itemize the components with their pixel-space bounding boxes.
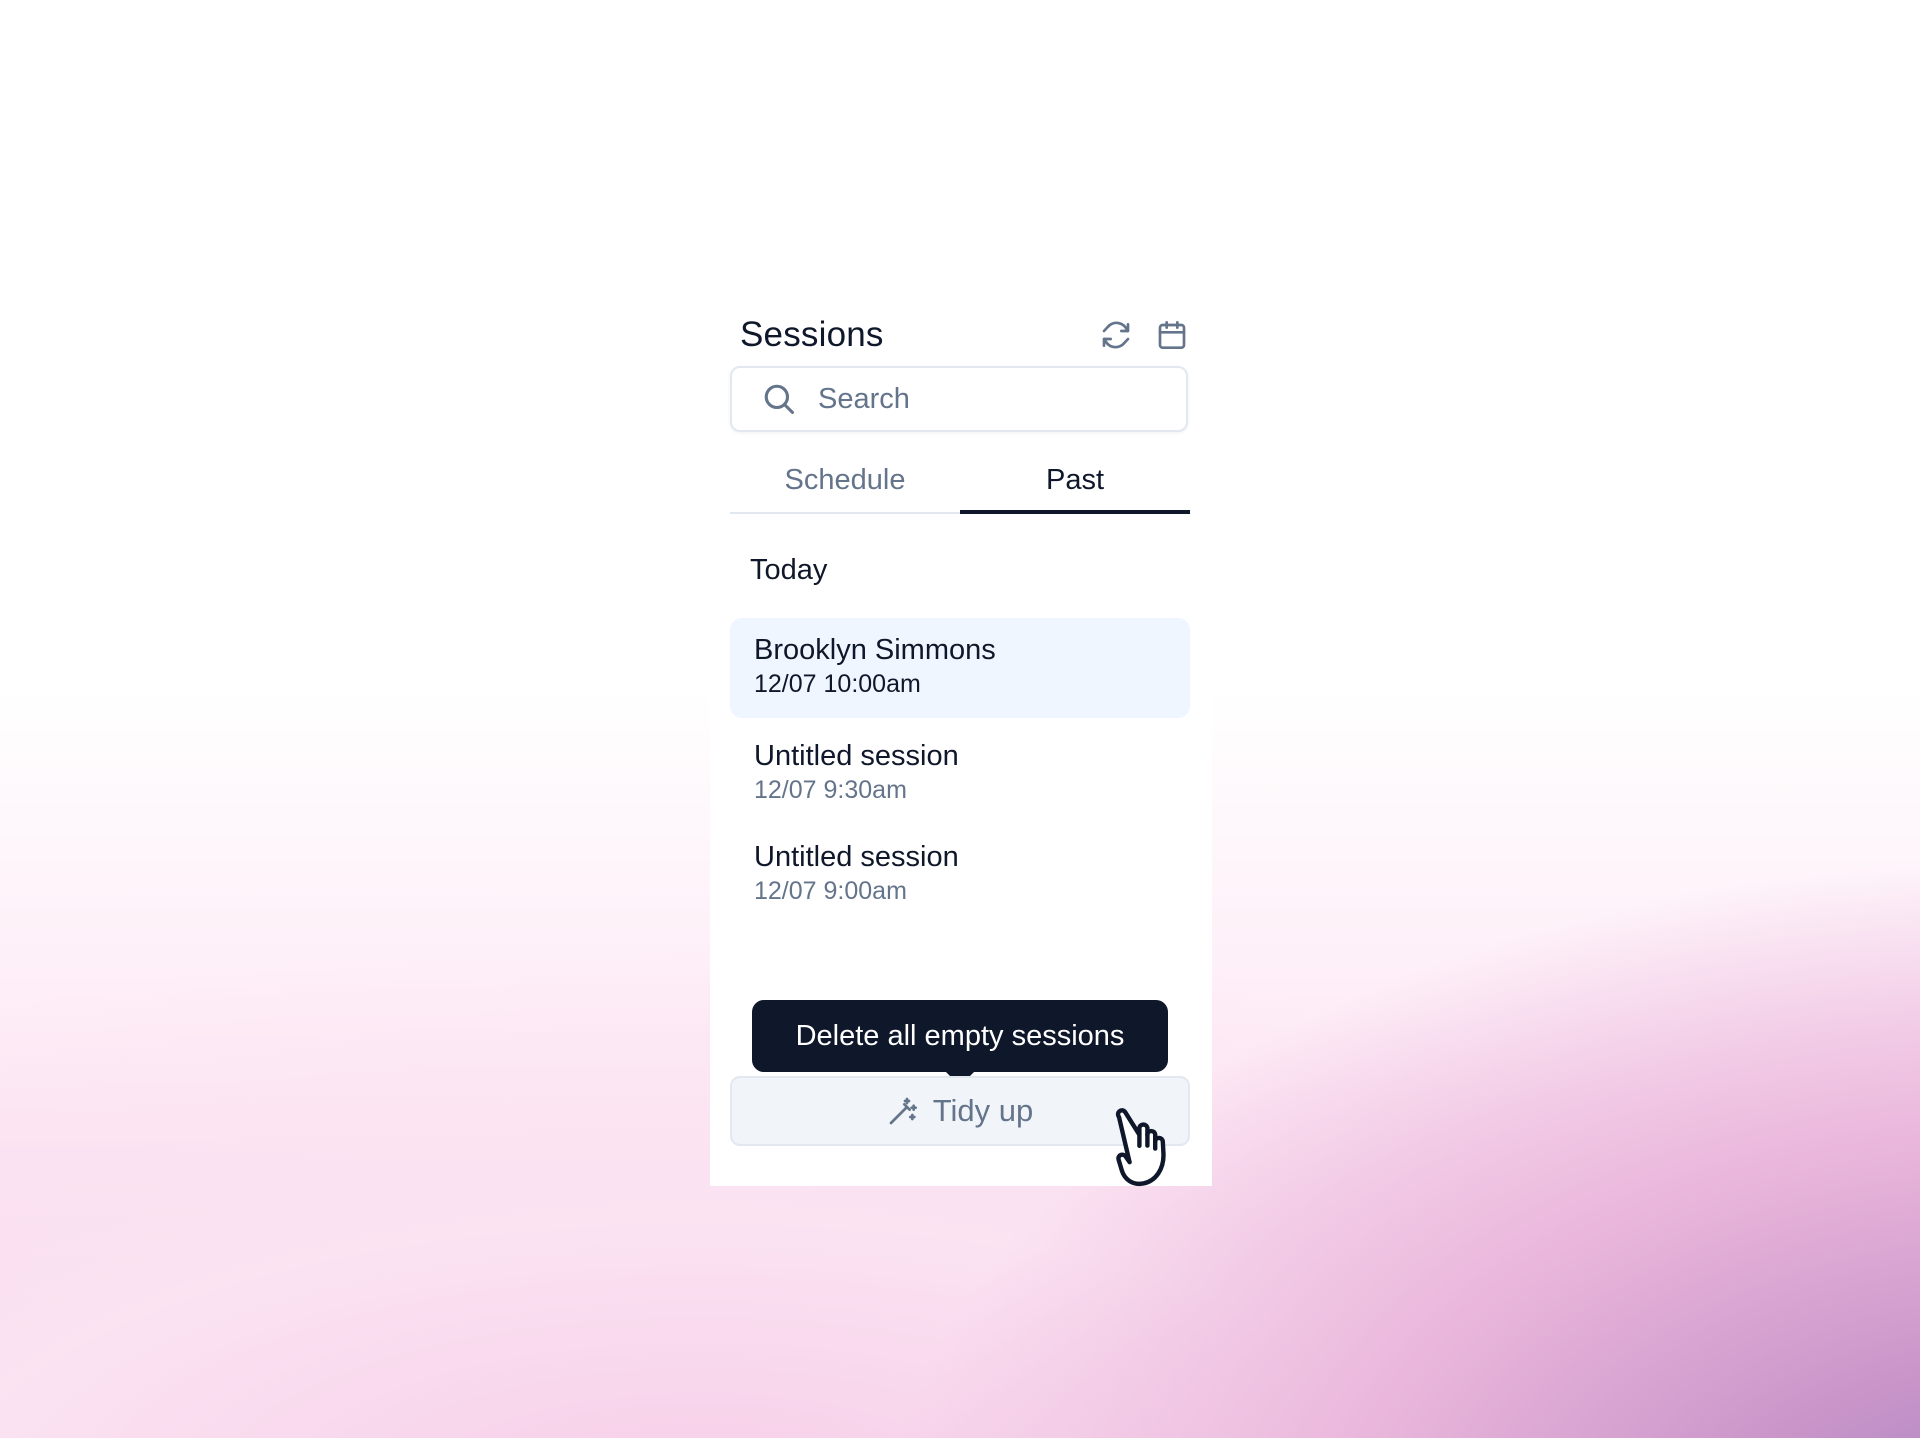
section-heading-today: Today bbox=[750, 554, 828, 586]
refresh-button[interactable] bbox=[1098, 317, 1134, 353]
session-time: 12/07 9:30am bbox=[754, 776, 907, 804]
session-time: 12/07 10:00am bbox=[754, 670, 921, 698]
magic-wand-icon bbox=[889, 1097, 917, 1125]
hand-pointer-cursor-icon bbox=[1115, 1108, 1166, 1187]
calendar-button[interactable] bbox=[1154, 317, 1190, 353]
page-title: Sessions bbox=[740, 315, 884, 354]
search-icon bbox=[764, 384, 795, 415]
tooltip: Delete all empty sessions bbox=[752, 1000, 1168, 1086]
tab-past[interactable]: Past bbox=[960, 448, 1190, 514]
session-item[interactable]: Untitled session 12/07 9:00am bbox=[730, 825, 1190, 925]
session-tabs: Schedule Past bbox=[730, 448, 1190, 514]
session-item[interactable]: Untitled session 12/07 9:30am bbox=[730, 724, 1190, 824]
calendar-icon bbox=[1158, 321, 1186, 349]
header-actions bbox=[1098, 317, 1190, 353]
search-input[interactable] bbox=[816, 381, 1160, 417]
sessions-panel: Sessions Search Schedule Past Today Broo… bbox=[710, 290, 1212, 1186]
session-time: 12/07 9:00am bbox=[754, 877, 907, 905]
panel-header: Sessions bbox=[740, 304, 1190, 366]
tidy-up-label: Tidy up bbox=[932, 1093, 1034, 1128]
tab-schedule[interactable]: Schedule bbox=[730, 448, 960, 512]
session-item[interactable]: Brooklyn Simmons 12/07 10:00am bbox=[730, 618, 1190, 718]
session-name: Brooklyn Simmons bbox=[754, 634, 996, 666]
refresh-icon bbox=[1102, 321, 1130, 349]
tooltip-text: Delete all empty sessions bbox=[795, 1019, 1125, 1052]
session-name: Untitled session bbox=[754, 740, 959, 772]
search-box bbox=[730, 366, 1188, 432]
session-name: Untitled session bbox=[754, 841, 959, 873]
